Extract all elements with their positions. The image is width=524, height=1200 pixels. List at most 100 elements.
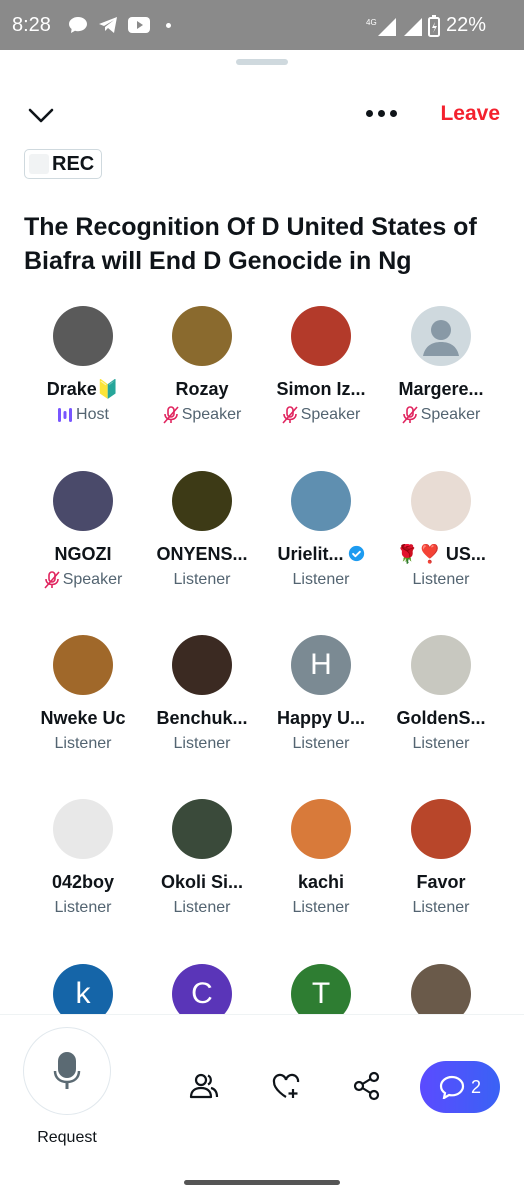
- participant-name: kachi: [297, 872, 345, 892]
- participant-name: Simon Iz...: [276, 379, 366, 399]
- avatar[interactable]: [411, 799, 471, 859]
- participant-role: Listener: [381, 899, 501, 917]
- youtube-icon: [128, 17, 150, 33]
- verified-badge-icon: [348, 545, 364, 562]
- muted-mic-icon: [402, 406, 418, 424]
- heart-plus-icon[interactable]: [271, 1071, 301, 1101]
- participant-role: Listener: [261, 899, 381, 917]
- avatar[interactable]: [53, 471, 113, 531]
- participant-card[interactable]: Urielit... Listener: [261, 471, 381, 611]
- participant-role: Speaker: [23, 571, 143, 589]
- participant-name: Benchuk...: [156, 708, 248, 728]
- participant-name: Drake🔰: [46, 379, 120, 399]
- people-icon[interactable]: [189, 1071, 219, 1101]
- notification-icons: [68, 16, 171, 34]
- leave-button[interactable]: Leave: [440, 102, 500, 126]
- space-sheet: Leave REC The Recognition Of D United St…: [0, 50, 524, 1200]
- muted-mic-icon: [163, 406, 179, 424]
- bottom-bar: Request 2: [0, 1014, 524, 1200]
- avatar[interactable]: [411, 635, 471, 695]
- participant-card[interactable]: Drake🔰 Host: [23, 306, 143, 446]
- request-mic-button[interactable]: [23, 1027, 111, 1115]
- participant-card[interactable]: Margere... Speaker: [381, 306, 501, 446]
- avatar[interactable]: [172, 635, 232, 695]
- participant-name: NGOZI: [54, 544, 112, 564]
- participant-role: Listener: [261, 571, 381, 589]
- participant-card[interactable]: Rozay Speaker: [142, 306, 262, 446]
- avatar[interactable]: [172, 471, 232, 531]
- participant-role: Listener: [142, 735, 262, 753]
- participant-card[interactable]: 042boy Listener: [23, 799, 143, 939]
- participant-card[interactable]: Nweke Uc Listener: [23, 635, 143, 775]
- participant-role: Listener: [381, 735, 501, 753]
- status-right: 4G 22%: [366, 14, 486, 37]
- avatar[interactable]: [291, 471, 351, 531]
- space-title: The Recognition Of D United States of Bi…: [24, 213, 477, 275]
- participant-role-label: Listener: [173, 735, 231, 752]
- participant-role-label: Listener: [412, 735, 470, 752]
- signal-icon: [403, 17, 422, 36]
- message-bubble-icon: [69, 17, 87, 33]
- participant-card[interactable]: NGOZI Speaker: [23, 471, 143, 611]
- participant-name: 🌹❣️ US...: [396, 544, 486, 564]
- participant-card[interactable]: Okoli Si... Listener: [142, 799, 262, 939]
- participant-name: Happy U...: [276, 708, 365, 728]
- avatar[interactable]: [291, 306, 351, 366]
- participant-name: ONYENS...: [156, 544, 248, 564]
- participant-name: Rozay: [175, 379, 229, 399]
- avatar[interactable]: H: [291, 635, 351, 695]
- participant-name: 042boy: [51, 872, 115, 892]
- participant-role-label: Listener: [173, 899, 231, 916]
- avatar[interactable]: [411, 306, 471, 366]
- avatar[interactable]: [53, 799, 113, 859]
- participant-role: Host: [23, 406, 143, 424]
- telegram-icon: [99, 17, 117, 33]
- signal-4g-icon: 4G: [366, 17, 396, 36]
- battery-icon: [427, 14, 440, 37]
- participant-card[interactable]: 🌹❣️ US... Listener: [381, 471, 501, 611]
- participant-card[interactable]: H Happy U... Listener: [261, 635, 381, 775]
- participant-role-label: Listener: [292, 735, 350, 752]
- participant-role: Speaker: [142, 406, 262, 424]
- participant-card[interactable]: GoldenS... Listener: [381, 635, 501, 775]
- share-icon[interactable]: [352, 1071, 382, 1101]
- status-bar: 8:28 4G 22%: [0, 0, 524, 50]
- participant-name: Urielit...: [261, 544, 381, 565]
- participant-name: Nweke Uc: [40, 708, 126, 728]
- muted-mic-icon: [44, 571, 60, 589]
- participant-name: Margere...: [398, 379, 484, 399]
- participant-role: Speaker: [381, 406, 501, 424]
- participant-role-label: Listener: [412, 899, 470, 916]
- participant-card[interactable]: Favor Listener: [381, 799, 501, 939]
- space-header: Leave: [0, 94, 524, 134]
- participant-role-label: Listener: [292, 899, 350, 916]
- more-options-icon[interactable]: [366, 110, 397, 117]
- avatar[interactable]: [172, 306, 232, 366]
- participant-name: Okoli Si...: [160, 872, 244, 892]
- avatar[interactable]: [53, 306, 113, 366]
- participant-name: GoldenS...: [396, 708, 486, 728]
- rec-badge: REC: [24, 149, 102, 179]
- muted-mic-icon: [282, 406, 298, 424]
- home-indicator[interactable]: [184, 1180, 340, 1185]
- chat-bubble-icon: [439, 1075, 465, 1099]
- participant-card[interactable]: Simon Iz... Speaker: [261, 306, 381, 446]
- sheet-handle[interactable]: [236, 59, 288, 65]
- request-label: Request: [37, 1129, 97, 1146]
- avatar[interactable]: [53, 635, 113, 695]
- participant-role-label: Speaker: [62, 571, 123, 588]
- dot-icon: [166, 22, 171, 28]
- avatar[interactable]: [411, 471, 471, 531]
- participant-role-label: Speaker: [300, 406, 361, 423]
- participant-role: Listener: [381, 571, 501, 589]
- participant-role-label: Host: [76, 406, 109, 423]
- chevron-down-icon[interactable]: [26, 100, 56, 130]
- avatar[interactable]: [172, 799, 232, 859]
- participant-card[interactable]: Benchuk... Listener: [142, 635, 262, 775]
- participant-card[interactable]: ONYENS... Listener: [142, 471, 262, 611]
- host-bars-icon: [58, 408, 73, 422]
- avatar[interactable]: [291, 799, 351, 859]
- participant-role-label: Listener: [412, 571, 470, 588]
- participant-card[interactable]: kachi Listener: [261, 799, 381, 939]
- chat-button[interactable]: 2: [420, 1061, 500, 1113]
